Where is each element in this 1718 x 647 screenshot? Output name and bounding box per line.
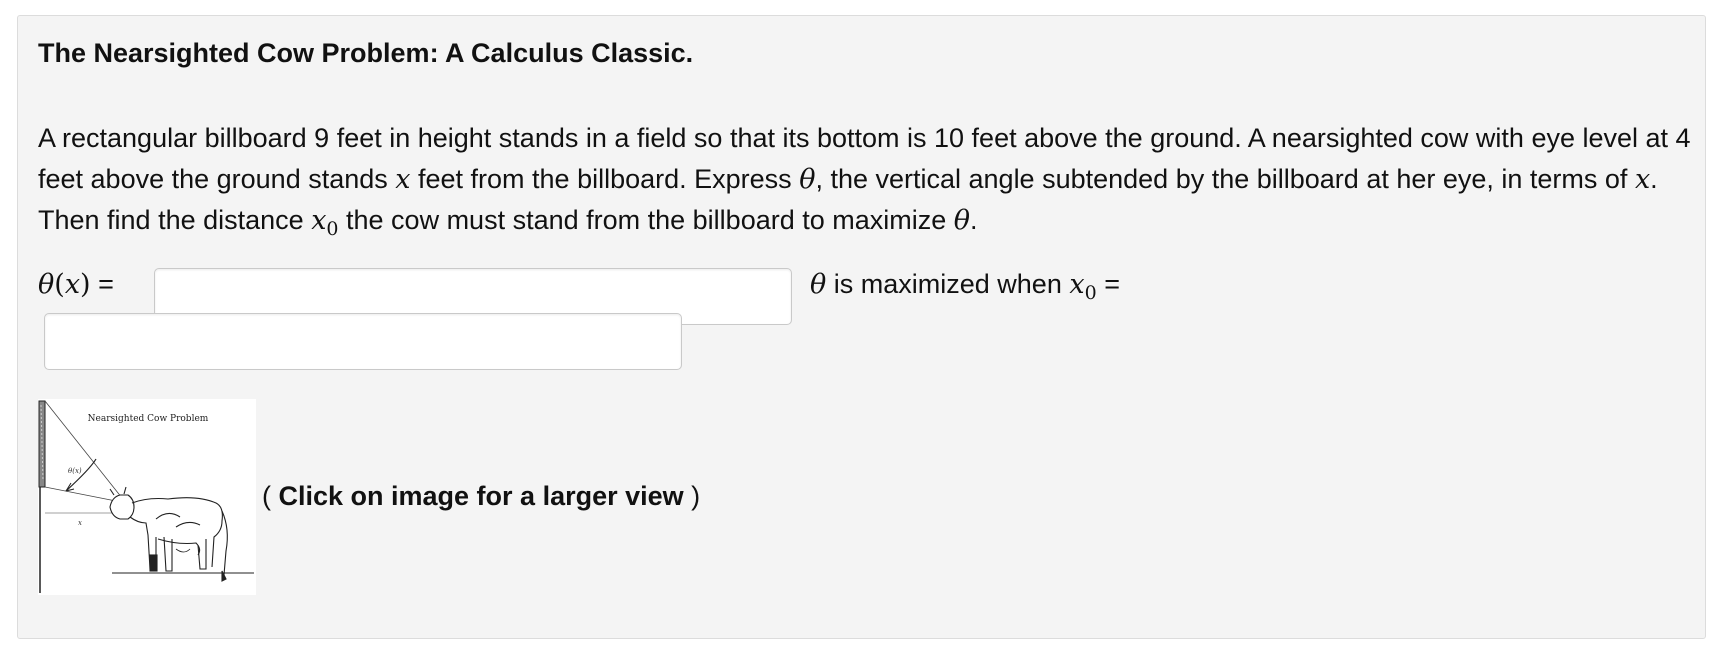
- x0-label: θ is maximized when x0 =: [810, 267, 1120, 310]
- math-x0: x0: [311, 205, 338, 240]
- x-figure-label: x: [78, 519, 82, 527]
- theta-x-figure-label: θ(x): [68, 467, 82, 475]
- x0-answer-input[interactable]: [44, 313, 682, 370]
- paren-close: ): [80, 269, 91, 300]
- statement-text: , the vertical angle subtended by the bi…: [815, 163, 1635, 194]
- math-theta: θ: [799, 163, 816, 195]
- statement-text: the cow must stand from the billboard to…: [338, 205, 954, 235]
- equals-sign: =: [1096, 269, 1120, 299]
- statement-text: feet from the billboard. Express: [410, 163, 800, 194]
- math-theta: θ: [953, 205, 971, 236]
- click-for-larger-view-text: Click on image for a larger view: [278, 481, 684, 511]
- math-theta: θ: [38, 269, 55, 300]
- theta-x-label: θ(x) =: [38, 267, 114, 302]
- paren-open: (: [54, 269, 65, 300]
- math-x0-subscript: 0: [326, 218, 339, 240]
- paren-open: (: [262, 481, 279, 511]
- math-x: x: [1634, 163, 1651, 195]
- math-x0-subscript: 0: [1084, 282, 1097, 304]
- figure-background: [38, 399, 256, 595]
- math-theta: θ: [810, 269, 827, 300]
- cow-figure-thumbnail[interactable]: Nearsighted Cow Problem θ(x) x: [38, 399, 256, 595]
- math-x0-var: x: [311, 205, 327, 236]
- math-x: x: [395, 163, 411, 195]
- paren-close: ): [683, 481, 701, 511]
- problem-statement: A rectangular billboard 9 feet in height…: [38, 118, 1698, 250]
- problem-title: The Nearsighted Cow Problem: A Calculus …: [38, 38, 694, 68]
- math-x0: x0: [1069, 269, 1096, 304]
- problem-panel: The Nearsighted Cow Problem: A Calculus …: [17, 15, 1706, 639]
- billboard: [38, 400, 46, 488]
- cow-figure-drawing: Nearsighted Cow Problem θ(x) x: [38, 399, 256, 595]
- statement-text: .: [970, 205, 978, 235]
- math-x: x: [64, 269, 81, 300]
- math-x0-var: x: [1069, 269, 1085, 300]
- figure-caption: Nearsighted Cow Problem: [88, 414, 209, 424]
- x0-label-text: is maximized when: [826, 269, 1070, 299]
- equals-sign: =: [90, 269, 114, 299]
- enlarge-image-hint: ( Click on image for a larger view ): [262, 479, 700, 513]
